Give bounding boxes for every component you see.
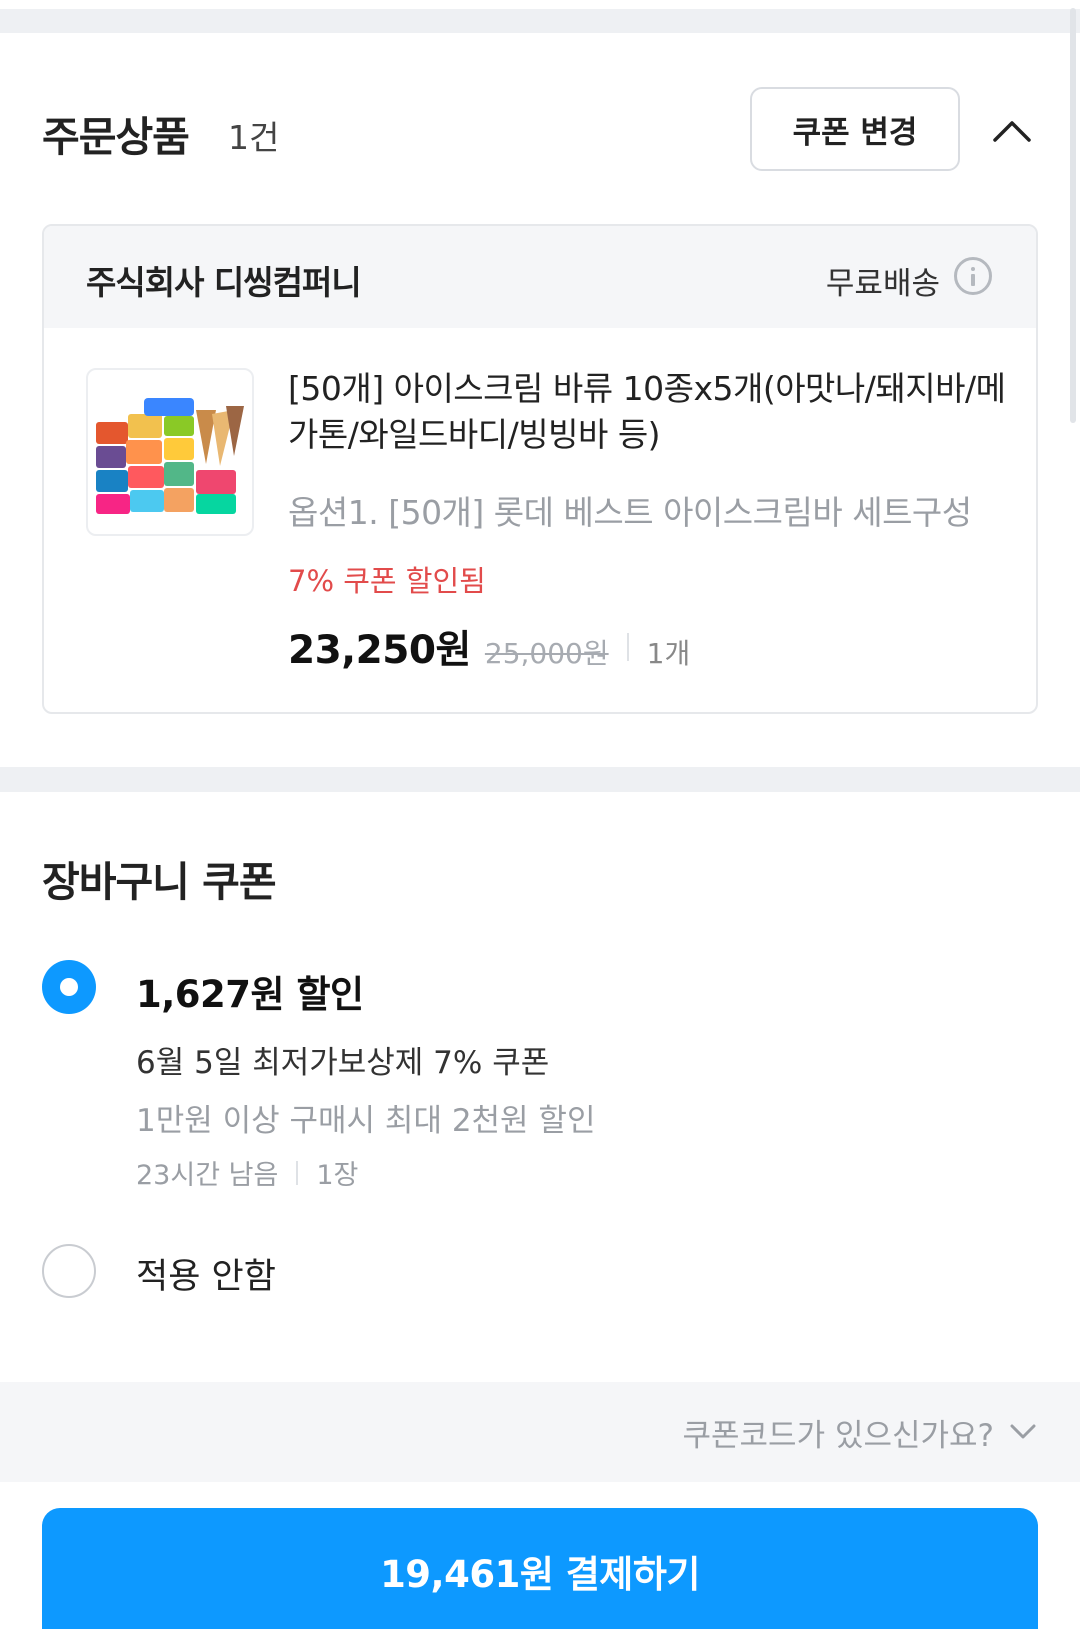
quantity: 1개	[646, 637, 691, 670]
product-title[interactable]: [50개] 아이스크림 바류 10종x5개(아맛나/돼지바/메가톤/와일드바디/…	[288, 366, 1008, 458]
coupon-meta: 23시간 남음 1장	[136, 1153, 358, 1192]
order-items-count: 1건	[228, 118, 280, 157]
coupon-count: 1장	[316, 1160, 359, 1191]
info-icon[interactable]	[954, 257, 992, 295]
chevron-up-icon[interactable]	[990, 109, 1034, 153]
coupon-remaining-time: 23시간 남음	[136, 1160, 279, 1191]
sale-price: 23,250원	[288, 628, 471, 673]
seller-name: 주식회사 디씽컴퍼니	[86, 263, 362, 302]
product-option: 옵션1. [50개] 롯데 베스트 아이스크림바 세트구성	[288, 493, 972, 532]
cart-coupon-title: 장바구니 쿠폰	[42, 858, 277, 906]
pay-button[interactable]: 19,461원 결제하기	[42, 1508, 1038, 1629]
order-items-header: 주문상품 1건 쿠폰 변경	[42, 87, 1034, 185]
shipping-label: 무료배송	[825, 266, 940, 302]
coupon-condition: 1만원 이상 구매시 최대 2천원 할인	[136, 1103, 596, 1139]
coupon-code-bar[interactable]: 쿠폰코드가 있으신가요?	[0, 1382, 1080, 1482]
pay-button-label: 19,461원 결제하기	[380, 1553, 700, 1596]
coupon-change-button[interactable]: 쿠폰 변경	[750, 87, 960, 171]
price-row: 23,250원 25,000원 1개	[288, 619, 690, 675]
divider	[626, 633, 629, 661]
coupon-radio-none[interactable]	[42, 1244, 96, 1298]
coupon-applied-label: 7% 쿠폰 할인됨	[288, 564, 486, 598]
scrollbar[interactable]	[1070, 8, 1076, 423]
coupon-radio-selected[interactable]	[42, 960, 96, 1014]
coupon-name: 6월 5일 최저가보상제 7% 쿠폰	[136, 1045, 550, 1081]
product-thumbnail[interactable]	[86, 368, 254, 536]
seller-card: 주식회사 디씽컴퍼니 무료배송 [50개] 아이스크림 바류 10종x5개(아맛…	[42, 224, 1038, 714]
top-divider	[0, 0, 1080, 33]
seller-header: 주식회사 디씽컴퍼니 무료배송	[44, 226, 1036, 328]
coupon-code-prompt[interactable]: 쿠폰코드가 있으신가요?	[682, 1410, 994, 1455]
original-price: 25,000원	[484, 637, 609, 670]
coupon-discount-amount[interactable]: 1,627원 할인	[136, 964, 364, 1018]
no-coupon-label[interactable]: 적용 안함	[136, 1248, 276, 1299]
section-divider	[0, 767, 1080, 792]
chevron-down-icon[interactable]	[1008, 1416, 1038, 1446]
order-items-title: 주문상품	[42, 113, 190, 161]
divider	[296, 1160, 299, 1185]
